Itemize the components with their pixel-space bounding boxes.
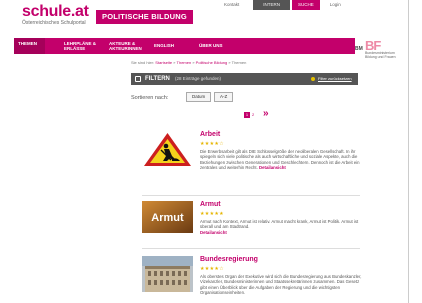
result-title[interactable]: Armut [200,201,221,208]
logo-main-text: schule.at [22,3,89,20]
svg-text:Armut: Armut [151,212,184,224]
breadcrumb-item[interactable]: Startseite [155,60,172,65]
thumbnail-roadwork-icon[interactable] [142,131,193,168]
result-text: Armut nach Kontext, Armut ist relativ. A… [200,219,359,230]
ministry-logo-small: BM [355,46,363,52]
filter-bar[interactable]: FILTERN (28 Einträge gefunden) Filter zu… [131,73,358,85]
rating-stars-icon: ★★★★☆ [200,266,224,272]
nav-item-themen[interactable]: THEMEN [14,38,45,54]
filter-reset-link[interactable]: Filter zurücksetzen [318,73,352,85]
result-description: Armut nach Kontext, Armut ist relativ. A… [200,219,362,235]
breadcrumb-item[interactable]: Themen [177,60,192,65]
breadcrumb-item[interactable]: Politische Bildung [196,60,228,65]
site-logo[interactable]: schule.at Österreichisches Schulportal [22,3,89,27]
nav-item-lehrplaene[interactable]: LEHRPLÄNE & ERLÄSSE [64,38,96,54]
breadcrumb-current: Themen [231,60,247,65]
ministry-logo[interactable]: BF BM Bundesministerium Bildung und Frau… [355,38,408,64]
nav-item-english[interactable]: ENGLISH [154,38,174,54]
nav-item-akteure[interactable]: AKTEURE & AKTEURINNEN [109,38,142,54]
logo-sub-text: Österreichisches Schulportal [22,20,86,26]
result-title[interactable]: Arbeit [200,131,220,138]
intern-button[interactable]: INTERN [253,0,291,10]
pagination-next-icon[interactable]: » [263,108,269,120]
detail-link[interactable]: Detailansicht [200,230,227,235]
sort-label: Sortieren nach: [131,95,169,101]
page-edge [408,0,409,303]
rating-stars-icon: ★★★★★ [200,211,224,217]
sort-az-button[interactable]: A-Z [214,92,234,102]
kontakt-link[interactable]: Kontakt [224,0,239,10]
breadcrumb: Sie sind hier: Startseite » Themen » Pol… [131,60,247,65]
result-text: Als oberstes Organ der Exekutive wird si… [200,274,362,296]
detail-link[interactable]: Detailansicht [259,165,286,170]
thumbnail-armut-image[interactable]: Armut [142,201,193,233]
pagination-page[interactable]: 2 [252,112,254,118]
divider [142,195,360,196]
breadcrumb-prefix: Sie sind hier: [131,60,155,65]
main-nav: THEMEN LEHRPLÄNE & ERLÄSSE AKTEURE & AKT… [14,38,408,54]
page: schule.at Österreichisches Schulportal P… [14,0,408,303]
thumbnail-building-image[interactable] [142,256,193,292]
sort-date-button[interactable]: Datum [186,92,212,102]
result-item: Armut Armut ★★★★★ Armut nach Kontext, Ar… [142,201,362,246]
top-utility-bar: Kontakt INTERN SUCHE Login [224,0,355,10]
rating-stars-icon: ★★★★☆ [200,141,224,147]
site-header: schule.at Österreichisches Schulportal P… [14,0,408,38]
pagination-current[interactable]: 1 [244,112,250,118]
ministry-logo-text: Bundesministerium Bildung und Frauen [365,51,396,59]
result-title[interactable]: Bundesregierung [200,256,258,263]
result-item: Bundesregierung ★★★★☆ Als oberstes Organ… [142,256,362,303]
search-button[interactable]: SUCHE [292,0,320,10]
login-link[interactable]: Login [330,0,341,10]
divider [142,248,360,249]
filter-label: FILTERN [145,76,170,82]
filter-icon [135,76,141,82]
portal-title[interactable]: POLITISCHE BILDUNG [96,10,193,24]
result-description: Als oberstes Organ der Exekutive wird si… [200,274,362,296]
filter-count: (28 Einträge gefunden) [175,76,222,81]
result-description: Die Erwerbsarbeit gilt als DIE Schlüssel… [200,149,362,171]
reset-dot-icon [311,77,315,81]
result-item: Arbeit ★★★★☆ Die Erwerbsarbeit gilt als … [142,131,362,191]
nav-item-ueber-uns[interactable]: ÜBER UNS [199,38,223,54]
